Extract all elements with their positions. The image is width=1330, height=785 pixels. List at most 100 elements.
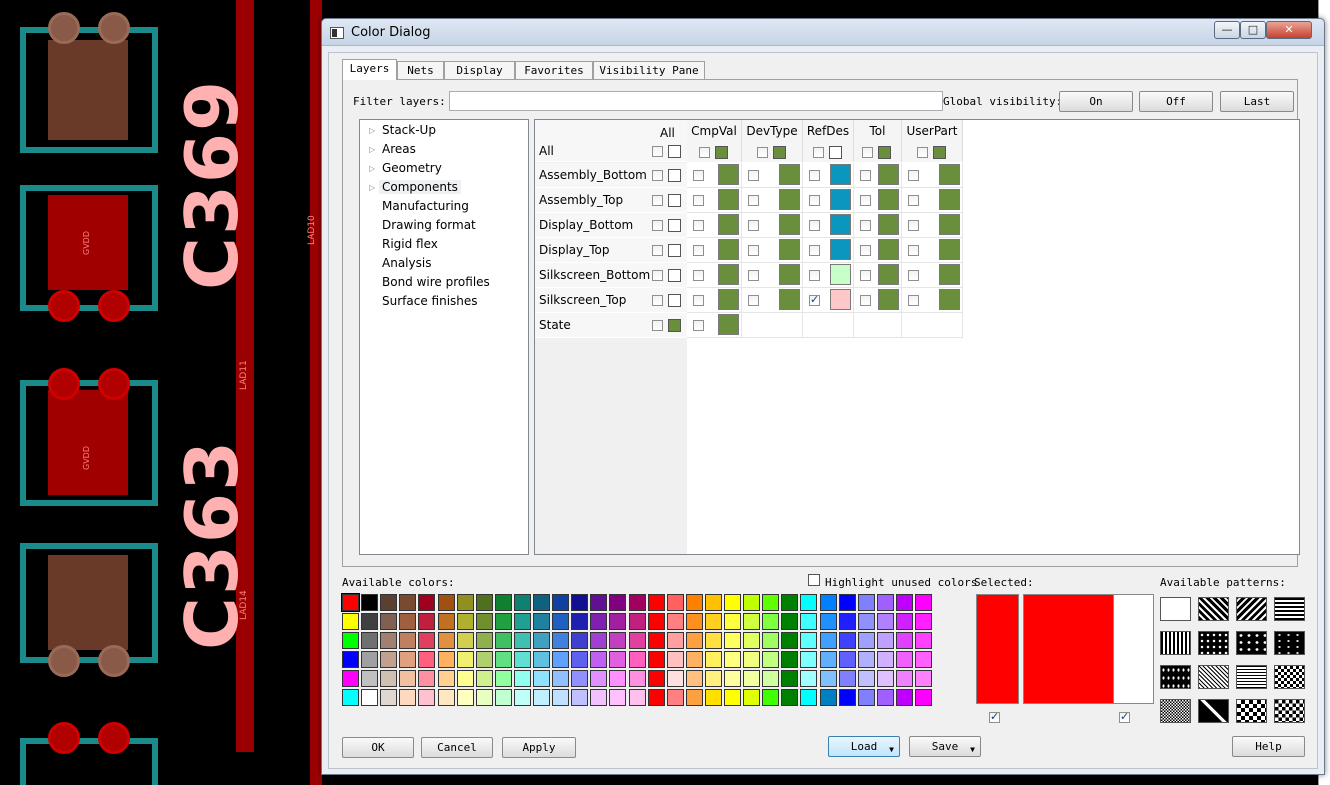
palette-color[interactable] bbox=[895, 651, 913, 668]
palette-color[interactable] bbox=[342, 613, 359, 630]
palette-color[interactable] bbox=[743, 613, 761, 630]
tree-item[interactable]: Geometry bbox=[382, 161, 442, 175]
cell-visibility-checkbox[interactable] bbox=[809, 170, 820, 181]
cell-color-swatch[interactable] bbox=[830, 264, 851, 285]
palette-color[interactable] bbox=[647, 689, 665, 706]
palette-color[interactable] bbox=[685, 594, 703, 611]
palette-color[interactable] bbox=[819, 632, 837, 649]
palette-color[interactable] bbox=[342, 689, 359, 706]
expand-arrow-icon[interactable]: ▷ bbox=[369, 126, 375, 135]
column-header-refdes[interactable]: RefDes bbox=[803, 120, 854, 162]
palette-color[interactable] bbox=[552, 613, 570, 630]
palette-color[interactable] bbox=[399, 670, 417, 687]
palette-color[interactable] bbox=[915, 651, 932, 668]
palette-color[interactable] bbox=[781, 594, 799, 611]
cell-visibility-checkbox[interactable] bbox=[693, 170, 704, 181]
cell-color-swatch[interactable] bbox=[718, 289, 739, 310]
cell-visibility-checkbox[interactable] bbox=[748, 170, 759, 181]
tree-item[interactable]: Bond wire profiles bbox=[382, 275, 490, 289]
palette-color[interactable] bbox=[513, 670, 531, 687]
state-visibility-checkbox[interactable] bbox=[652, 320, 663, 331]
palette-color[interactable] bbox=[590, 632, 608, 649]
palette-color[interactable] bbox=[876, 613, 894, 630]
palette-color[interactable] bbox=[399, 651, 417, 668]
cell-color-swatch[interactable] bbox=[878, 164, 899, 185]
palette-color[interactable] bbox=[857, 632, 875, 649]
column-visibility-checkbox[interactable] bbox=[813, 147, 824, 158]
tree-item[interactable]: Analysis bbox=[382, 256, 431, 270]
fill-pattern[interactable] bbox=[1160, 597, 1191, 621]
cell-color-swatch[interactable] bbox=[939, 289, 960, 310]
close-button[interactable]: ✕ bbox=[1266, 21, 1312, 39]
palette-color[interactable] bbox=[647, 613, 665, 630]
fill-pattern[interactable] bbox=[1198, 665, 1229, 689]
row-color-toggle[interactable] bbox=[668, 219, 681, 232]
fill-pattern[interactable] bbox=[1160, 665, 1191, 689]
palette-color[interactable] bbox=[857, 651, 875, 668]
cell-color-swatch[interactable] bbox=[830, 189, 851, 210]
palette-color[interactable] bbox=[838, 689, 856, 706]
palette-color[interactable] bbox=[781, 670, 799, 687]
column-header-userpart[interactable]: UserPart bbox=[902, 120, 963, 162]
palette-color[interactable] bbox=[800, 689, 818, 706]
palette-color[interactable] bbox=[418, 594, 436, 611]
palette-color[interactable] bbox=[418, 651, 436, 668]
fill-pattern[interactable] bbox=[1198, 597, 1229, 621]
palette-color[interactable] bbox=[743, 689, 761, 706]
palette-color[interactable] bbox=[571, 594, 589, 611]
cell-visibility-checkbox[interactable] bbox=[693, 295, 704, 306]
fill-pattern[interactable] bbox=[1274, 631, 1305, 655]
palette-color[interactable] bbox=[609, 613, 627, 630]
cell-visibility-checkbox[interactable] bbox=[908, 170, 919, 181]
palette-color[interactable] bbox=[895, 613, 913, 630]
cell-color-swatch[interactable] bbox=[939, 214, 960, 235]
palette-color[interactable] bbox=[494, 613, 512, 630]
cell-color-swatch[interactable] bbox=[779, 189, 800, 210]
palette-color[interactable] bbox=[456, 613, 474, 630]
row-color-toggle[interactable] bbox=[668, 169, 681, 182]
palette-color[interactable] bbox=[628, 651, 646, 668]
cell-color-swatch[interactable] bbox=[830, 214, 851, 235]
palette-color[interactable] bbox=[399, 689, 417, 706]
palette-color[interactable] bbox=[380, 651, 398, 668]
palette-color[interactable] bbox=[800, 613, 818, 630]
global-off-button[interactable]: Off bbox=[1139, 91, 1213, 112]
highlight-unused-checkbox[interactable] bbox=[808, 574, 820, 586]
palette-color[interactable] bbox=[571, 613, 589, 630]
palette-color[interactable] bbox=[552, 651, 570, 668]
palette-color[interactable] bbox=[781, 689, 799, 706]
palette-color[interactable] bbox=[724, 689, 741, 706]
selected-pattern-checkbox[interactable] bbox=[1119, 710, 1130, 723]
palette-color[interactable] bbox=[666, 651, 684, 668]
palette-color[interactable] bbox=[628, 594, 646, 611]
fill-pattern[interactable] bbox=[1198, 699, 1229, 723]
palette-color[interactable] bbox=[685, 632, 703, 649]
cell-visibility-checkbox[interactable] bbox=[748, 220, 759, 231]
row-color-toggle[interactable] bbox=[668, 244, 681, 257]
palette-color[interactable] bbox=[552, 670, 570, 687]
palette-color[interactable] bbox=[704, 670, 722, 687]
palette-color[interactable] bbox=[800, 670, 818, 687]
column-header-tol[interactable]: Tol bbox=[854, 120, 902, 162]
palette-color[interactable] bbox=[456, 632, 474, 649]
palette-color[interactable] bbox=[418, 632, 436, 649]
palette-color[interactable] bbox=[895, 632, 913, 649]
palette-color[interactable] bbox=[800, 651, 818, 668]
ok-button[interactable]: OK bbox=[342, 737, 414, 758]
palette-color[interactable] bbox=[800, 594, 818, 611]
cell-visibility-checkbox[interactable] bbox=[748, 295, 759, 306]
palette-color[interactable] bbox=[399, 632, 417, 649]
layer-row-header[interactable]: Assembly_Top bbox=[535, 188, 687, 213]
palette-color[interactable] bbox=[437, 670, 455, 687]
row-visibility-checkbox[interactable] bbox=[652, 270, 663, 281]
selected-color-checkbox[interactable] bbox=[989, 710, 1000, 723]
cell-color-swatch[interactable] bbox=[779, 239, 800, 260]
palette-color[interactable] bbox=[628, 632, 646, 649]
palette-color[interactable] bbox=[895, 594, 913, 611]
palette-color[interactable] bbox=[876, 632, 894, 649]
palette-color[interactable] bbox=[685, 670, 703, 687]
palette-color[interactable] bbox=[380, 613, 398, 630]
palette-color[interactable] bbox=[513, 594, 531, 611]
palette-color[interactable] bbox=[724, 613, 741, 630]
layer-tree[interactable]: ▷ Stack-Up ▷ Areas ▷ Geometry ▷ Components Manuf… bbox=[359, 119, 529, 555]
